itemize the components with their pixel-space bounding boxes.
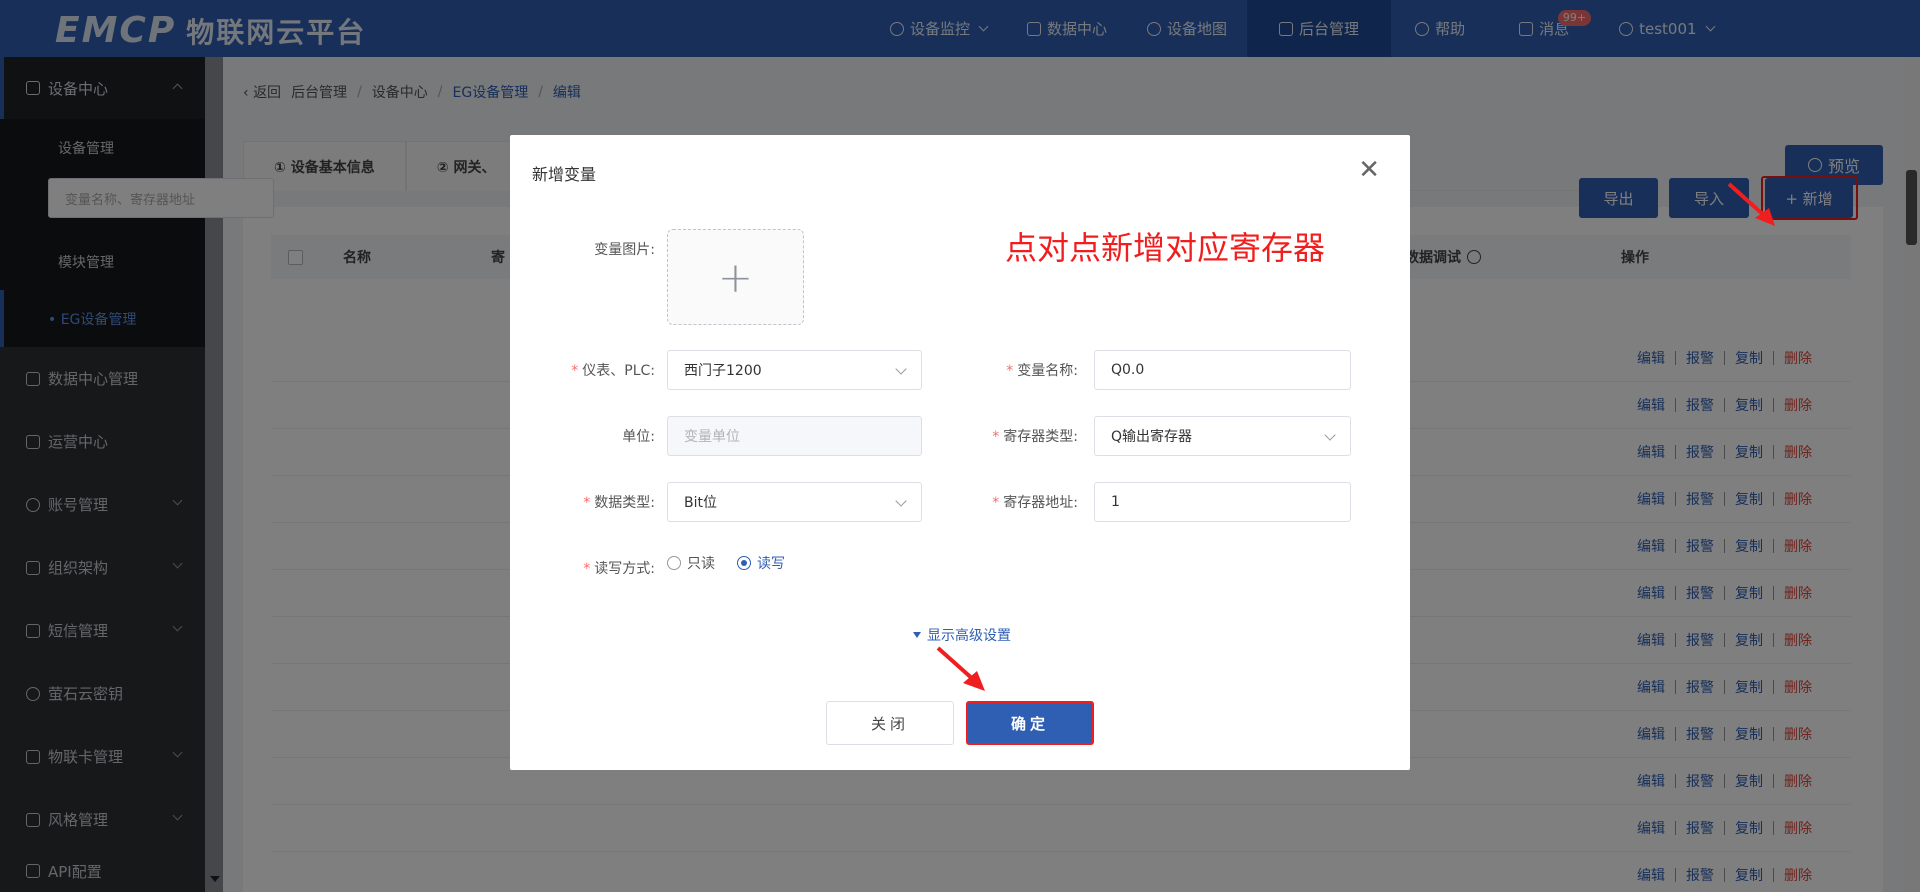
dialog-title: 新增变量 <box>532 165 597 184</box>
reg-addr-input[interactable]: 1 <box>1094 482 1351 522</box>
label-var-name: * 变量名称: <box>1006 363 1078 379</box>
label-reg-addr: * 寄存器地址: <box>992 495 1078 511</box>
unit-input: 变量单位 <box>667 416 922 456</box>
caret-down-icon <box>913 632 921 638</box>
radio-readwrite[interactable]: 读写 <box>737 553 785 573</box>
add-variable-dialog: 新增变量 ✕ 点对点新增对应寄存器 变量图片: + * 仪表、PLC: 西门子12… <box>510 135 1410 770</box>
var-name-input[interactable]: Q0.0 <box>1094 350 1351 390</box>
label-data-type: * 数据类型: <box>583 495 655 511</box>
radio-readonly[interactable]: 只读 <box>667 553 715 573</box>
radio-dot <box>737 556 751 570</box>
image-uploader[interactable]: + <box>667 229 804 325</box>
reg-type-value: Q输出寄存器 <box>1111 429 1193 445</box>
data-type-select[interactable]: Bit位 <box>667 482 922 522</box>
data-type-value: Bit位 <box>684 495 717 511</box>
plc-value: 西门子1200 <box>684 363 762 379</box>
label-rw: * 读写方式: <box>583 561 655 577</box>
chevron-down-icon <box>1324 429 1336 441</box>
label-reg-type: * 寄存器类型: <box>992 429 1078 445</box>
plc-select[interactable]: 西门子1200 <box>667 350 922 390</box>
label-unit: 单位: <box>622 429 655 445</box>
chevron-down-icon <box>895 495 907 507</box>
reg-type-select[interactable]: Q输出寄存器 <box>1094 416 1351 456</box>
chevron-down-icon <box>895 363 907 375</box>
close-button[interactable]: 关闭 <box>826 701 954 745</box>
label-image: 变量图片: <box>594 242 655 258</box>
radio-label: 只读 <box>687 556 715 572</box>
arrow-to-confirm-icon <box>936 646 985 691</box>
confirm-button[interactable]: 确定 <box>966 701 1094 745</box>
label-plc: * 仪表、PLC: <box>571 363 655 379</box>
show-advanced-toggle[interactable]: 显示高级设置 <box>913 625 1011 645</box>
arrow-to-add-icon <box>1727 182 1775 226</box>
plus-icon: + <box>717 252 754 302</box>
radio-label: 读写 <box>757 556 785 572</box>
rw-radio-group: 只读 读写 <box>667 553 785 573</box>
close-icon[interactable]: ✕ <box>1358 155 1380 185</box>
advanced-label: 显示高级设置 <box>927 628 1011 644</box>
annotation-text: 点对点新增对应寄存器 <box>1005 229 1326 267</box>
radio-dot <box>667 556 681 570</box>
